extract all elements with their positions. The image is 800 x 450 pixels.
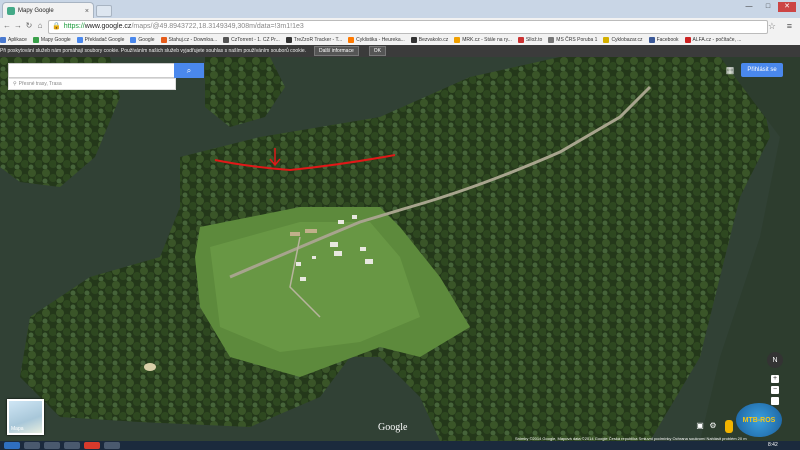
apps-grid-icon[interactable]: ▦: [724, 65, 736, 77]
bookmark-label: Aplikace: [8, 36, 27, 43]
home-icon[interactable]: ⌂: [35, 21, 45, 30]
tab-title: Mapy Google: [18, 8, 54, 14]
back-icon[interactable]: ←: [2, 21, 12, 30]
suggestion-text: Přesné trasy, Trasa: [18, 81, 62, 87]
map-type-thumbnail[interactable]: Mapa: [7, 399, 44, 435]
window-title-bar: [0, 0, 800, 18]
bookmark-item[interactable]: Bezvakolo.cz: [410, 36, 449, 43]
bookmark-item[interactable]: Aplikace: [0, 36, 27, 43]
sign-in-button[interactable]: Přihlásit se: [741, 63, 783, 77]
bookmark-item[interactable]: CzTorrent - 1. CZ Pr...: [223, 36, 280, 43]
settings-gear-icon[interactable]: ⚙: [708, 421, 718, 431]
bookmark-favicon-icon: [130, 36, 137, 43]
map-search-input[interactable]: [8, 63, 176, 78]
zoom-in-button[interactable]: +: [771, 375, 779, 383]
new-tab-button[interactable]: [96, 5, 112, 17]
bookmark-label: MS ČRS Poruba 1: [556, 36, 598, 43]
url-prefix: https://: [63, 23, 85, 30]
maximize-button[interactable]: □: [759, 2, 777, 12]
bookmark-favicon-icon: [517, 36, 524, 43]
cookie-text: Při poskytování služeb nám pomáhají soub…: [0, 48, 306, 54]
bookmark-favicon-icon: [548, 36, 555, 43]
cookie-notice: Při poskytování služeb nám pomáhají soub…: [0, 45, 800, 57]
bookmark-label: Stahuj.cz - Downloa...: [168, 36, 218, 43]
forward-icon[interactable]: →: [13, 21, 23, 30]
url-path: /maps/@49.8943722,18.3149349,308m/data=!…: [131, 23, 304, 30]
bookmark-item[interactable]: Google: [130, 36, 155, 43]
bookmark-item[interactable]: Facebook: [648, 36, 679, 43]
bookmark-favicon-icon: [684, 36, 691, 43]
windows-taskbar: [0, 441, 800, 450]
minimize-button[interactable]: —: [740, 2, 758, 12]
bookmark-item[interactable]: Stahuj.cz - Downloa...: [160, 36, 218, 43]
reload-icon[interactable]: ↻: [24, 21, 34, 30]
bookmark-label: Cyklistika - Heureka...: [356, 36, 405, 43]
bookmark-item[interactable]: Sllož.to: [517, 36, 543, 43]
pegman-icon[interactable]: [725, 420, 733, 433]
bookmark-label: Facebook: [656, 36, 679, 43]
bookmark-favicon-icon: [160, 36, 167, 43]
url-host: www.google.cz: [84, 23, 132, 30]
thumbnail-label: Mapa: [11, 426, 24, 432]
bookmark-favicon-icon: [223, 36, 230, 43]
taskbar-clock: 8:42: [768, 442, 778, 448]
bookmark-favicon-icon: [76, 36, 83, 43]
browser-toolbar: ← → ↻ ⌂ 🔒 https:// www.google.cz /maps/@…: [0, 18, 800, 35]
window-close-button[interactable]: ✕: [778, 2, 796, 12]
taskbar-app-1[interactable]: [24, 442, 40, 449]
bookmark-label: Sllož.to: [525, 36, 543, 43]
bookmark-item[interactable]: Cyklistika - Heureka...: [348, 36, 405, 43]
google-logo: Google: [378, 422, 408, 433]
bookmark-favicon-icon: [454, 36, 461, 43]
bookmark-favicon-icon: [348, 36, 355, 43]
bookmark-label: ALFA.cz - počítače, ...: [692, 36, 742, 43]
bookmark-item[interactable]: TreZzoR Tracker - T...: [285, 36, 343, 43]
bookmark-label: Cyklobazar.cz: [611, 36, 643, 43]
bookmark-label: MRK.cz - Stále na ry...: [462, 36, 512, 43]
bookmark-label: CzTorrent - 1. CZ Pr...: [231, 36, 280, 43]
bookmark-favicon-icon: [603, 36, 610, 43]
lock-icon: 🔒: [52, 23, 61, 30]
bookmark-favicon-icon: [648, 36, 655, 43]
taskbar-chrome[interactable]: [84, 442, 100, 449]
tab-close-icon[interactable]: ×: [85, 8, 89, 15]
address-bar[interactable]: 🔒 https:// www.google.cz /maps/@49.89437…: [48, 20, 768, 34]
bookmark-label: Překladač Google: [84, 36, 125, 43]
zoom-slider-handle[interactable]: [771, 397, 779, 405]
bookmark-item[interactable]: MRK.cz - Stále na ry...: [454, 36, 512, 43]
start-button[interactable]: [4, 442, 20, 449]
browser-tab[interactable]: Mapy Google ×: [2, 2, 94, 19]
zoom-out-button[interactable]: −: [771, 386, 779, 394]
bookmark-item[interactable]: Překladač Google: [76, 36, 125, 43]
satellite-map[interactable]: [0, 57, 800, 441]
taskbar-app-3[interactable]: [64, 442, 80, 449]
search-icon: ⌕: [186, 65, 192, 75]
bookmark-item[interactable]: Mapy Google: [32, 36, 71, 43]
bookmark-favicon-icon: [285, 36, 292, 43]
maps-favicon-icon: [7, 7, 15, 15]
bookmark-label: TreZzoR Tracker - T...: [293, 36, 343, 43]
bookmark-favicon-icon: [32, 36, 39, 43]
bookmark-label: Bezvakolo.cz: [418, 36, 449, 43]
search-suggestion[interactable]: ⚲ Přesné trasy, Trasa: [8, 78, 176, 90]
taskbar-app-5[interactable]: [104, 442, 120, 449]
cookie-more-info-button[interactable]: Další informace: [314, 46, 359, 56]
bookmark-star-icon[interactable]: ☆: [768, 21, 776, 32]
taskbar-app-2[interactable]: [44, 442, 60, 449]
pin-icon: ⚲: [13, 81, 17, 87]
photos-icon[interactable]: ▣: [695, 421, 705, 431]
bookmark-item[interactable]: MS ČRS Poruba 1: [548, 36, 598, 43]
watermark-logo: MTB-ROS: [736, 403, 782, 437]
compass-icon[interactable]: N: [767, 352, 783, 368]
bookmark-label: Mapy Google: [40, 36, 71, 43]
bookmark-label: Google: [138, 36, 155, 43]
bookmark-item[interactable]: ALFA.cz - počítače, ...: [684, 36, 742, 43]
menu-icon[interactable]: ≡: [787, 21, 792, 31]
bookmark-favicon-icon: [0, 36, 6, 43]
search-button[interactable]: ⌕: [174, 63, 204, 78]
cookie-ok-button[interactable]: OK: [368, 46, 386, 56]
bookmark-favicon-icon: [410, 36, 417, 43]
bookmark-item[interactable]: Cyklobazar.cz: [603, 36, 643, 43]
